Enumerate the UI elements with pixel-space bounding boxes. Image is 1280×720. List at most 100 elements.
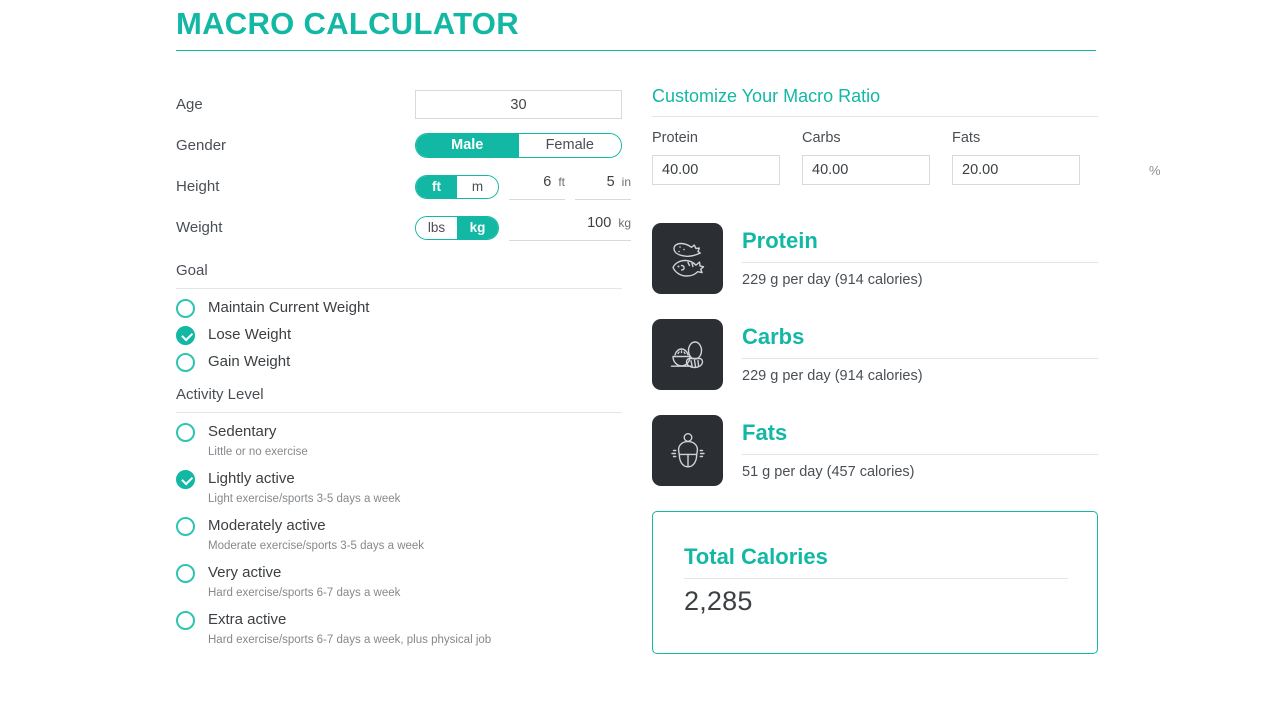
activity-option-description: Little or no exercise <box>208 446 308 458</box>
macro-card-divider <box>742 454 1098 455</box>
macro-card-body: Carbs 229 g per day (914 calories) <box>742 319 1098 384</box>
height-inches-unit-label: in <box>621 174 631 189</box>
ratio-label-carbs: Carbs <box>802 130 841 146</box>
goal-title: Goal <box>176 262 208 279</box>
body-figure-icon <box>652 415 723 486</box>
goal-option-maintain[interactable]: Maintain Current Weight <box>176 298 622 318</box>
macro-card-name: Carbs <box>742 324 805 349</box>
activity-option-description: Moderate exercise/sports 3-5 days a week <box>208 540 425 552</box>
input-form-column: Age Gender Male Female Height ft m <box>176 84 631 657</box>
activity-option-label: Moderately active <box>208 517 326 534</box>
ratio-cell-protein: Protein % <box>652 130 861 185</box>
activity-option-label: Extra active <box>208 611 287 628</box>
ratio-input-fats-wrap: % <box>952 155 1161 185</box>
results-column: Customize Your Macro Ratio Protein % Car… <box>652 84 1161 654</box>
height-feet-unit-label: ft <box>558 174 565 189</box>
weight-input[interactable] <box>525 214 612 231</box>
macro-calculator-page: MACRO CALCULATOR Age Gender Male Female … <box>0 0 1280 720</box>
activity-option-description: Light exercise/sports 3-5 days a week <box>208 493 401 505</box>
height-feet-input[interactable] <box>525 173 552 190</box>
activity-option-extra-active[interactable]: Extra active Hard exercise/sports 6-7 da… <box>176 610 622 648</box>
gender-option-male[interactable]: Male <box>416 134 519 157</box>
activity-option-moderately-active[interactable]: Moderately active Moderate exercise/spor… <box>176 516 622 554</box>
activity-option-texts: Sedentary Little or no exercise <box>208 422 308 460</box>
macro-card-carbs: Carbs 229 g per day (914 calories) <box>652 319 1098 390</box>
ratio-input-carbs-wrap: % <box>802 155 1011 185</box>
radio-unchecked-icon[interactable] <box>176 353 195 372</box>
goal-option-gain[interactable]: Gain Weight <box>176 352 622 372</box>
macro-card-amount: 51 g per day (457 calories) <box>742 464 915 480</box>
height-inches-input[interactable] <box>588 173 615 190</box>
radio-checked-icon[interactable] <box>176 326 195 345</box>
macro-card-divider <box>742 358 1098 359</box>
age-label: Age <box>176 96 203 113</box>
activity-options: Sedentary Little or no exercise Lightly … <box>176 422 622 648</box>
ratio-input-fats[interactable] <box>962 162 1149 178</box>
height-unit-option-ft[interactable]: ft <box>416 175 457 198</box>
activity-option-label: Lightly active <box>208 470 295 487</box>
weight-unit-label: kg <box>618 215 631 230</box>
radio-unchecked-icon[interactable] <box>176 299 195 318</box>
ratio-input-protein-wrap: % <box>652 155 861 185</box>
age-row: Age <box>176 84 622 125</box>
age-input[interactable] <box>415 90 622 119</box>
activity-option-texts: Moderately active Moderate exercise/spor… <box>208 516 424 554</box>
goal-section: Goal Maintain Current Weight Lose Weight <box>176 262 622 372</box>
activity-option-lightly-active[interactable]: Lightly active Light exercise/sports 3-5… <box>176 469 622 507</box>
height-row: Height ft m ft in <box>176 166 631 207</box>
activity-option-label: Sedentary <box>208 423 277 440</box>
activity-option-very-active[interactable]: Very active Hard exercise/sports 6-7 day… <box>176 563 622 601</box>
height-feet-field: ft <box>509 173 565 200</box>
macro-results-list: Protein 229 g per day (914 calories) Car… <box>652 223 1098 486</box>
goal-option-texts: Gain Weight <box>208 352 290 372</box>
page-title: MACRO CALCULATOR <box>176 6 519 41</box>
radio-unchecked-icon[interactable] <box>176 611 195 630</box>
radio-unchecked-icon[interactable] <box>176 517 195 536</box>
goal-options: Maintain Current Weight Lose Weight Gain… <box>176 298 622 372</box>
activity-section: Activity Level Sedentary Little or no ex… <box>176 386 622 648</box>
macro-card-divider <box>742 262 1098 263</box>
goal-option-texts: Maintain Current Weight <box>208 298 369 318</box>
macro-card-name: Fats <box>742 420 788 445</box>
weight-value-field: kg <box>509 214 631 241</box>
height-label: Height <box>176 178 220 195</box>
activity-option-texts: Extra active Hard exercise/sports 6-7 da… <box>208 610 491 648</box>
macro-card-body: Fats 51 g per day (457 calories) <box>742 415 1098 480</box>
weight-unit-option-kg[interactable]: kg <box>457 216 498 239</box>
chicken-fish-icon <box>652 223 723 294</box>
radio-checked-icon[interactable] <box>176 470 195 489</box>
macro-card-amount: 229 g per day (914 calories) <box>742 368 923 384</box>
height-unit-toggle: ft m <box>415 174 499 199</box>
weight-row: Weight lbs kg kg <box>176 207 631 248</box>
activity-title: Activity Level <box>176 386 264 403</box>
macro-card-fats: Fats 51 g per day (457 calories) <box>652 415 1098 486</box>
gender-control: Male Female <box>415 133 622 158</box>
ratio-cell-carbs: Carbs % <box>802 130 1011 185</box>
gender-label: Gender <box>176 137 227 154</box>
activity-option-description: Hard exercise/sports 6-7 days a week, pl… <box>208 634 492 646</box>
activity-option-label: Very active <box>208 564 282 581</box>
activity-option-sedentary[interactable]: Sedentary Little or no exercise <box>176 422 622 460</box>
gender-option-female[interactable]: Female <box>518 134 621 157</box>
page-header: MACRO CALCULATOR <box>176 4 1096 51</box>
ratio-label-fats: Fats <box>952 130 981 146</box>
header-divider <box>176 50 1096 51</box>
radio-unchecked-icon[interactable] <box>176 564 195 583</box>
macro-card-body: Protein 229 g per day (914 calories) <box>742 223 1098 288</box>
activity-option-texts: Very active Hard exercise/sports 6-7 day… <box>208 563 400 601</box>
ratio-label-protein: Protein <box>652 130 698 146</box>
weight-control: lbs kg kg <box>415 214 631 241</box>
macro-card-protein: Protein 229 g per day (914 calories) <box>652 223 1098 294</box>
radio-unchecked-icon[interactable] <box>176 423 195 442</box>
weight-unit-option-lbs[interactable]: lbs <box>416 216 457 239</box>
goal-option-texts: Lose Weight <box>208 325 291 345</box>
height-unit-option-m[interactable]: m <box>457 175 498 198</box>
macro-card-amount: 229 g per day (914 calories) <box>742 272 923 288</box>
goal-option-lose[interactable]: Lose Weight <box>176 325 622 345</box>
macro-ratio-title: Customize Your Macro Ratio <box>652 86 881 106</box>
goal-option-label: Maintain Current Weight <box>208 299 370 316</box>
height-control: ft m ft in <box>415 173 631 200</box>
goal-option-label: Lose Weight <box>208 326 292 343</box>
percent-symbol: % <box>1149 162 1161 178</box>
activity-option-texts: Lightly active Light exercise/sports 3-5… <box>208 469 400 507</box>
